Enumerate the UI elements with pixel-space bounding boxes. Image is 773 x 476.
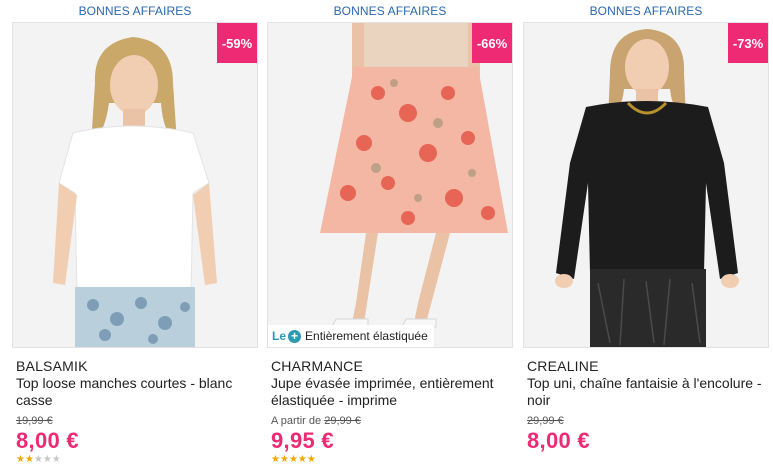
- discount-badge: -73%: [728, 23, 768, 63]
- star-icon: ★: [51, 454, 61, 465]
- product-image[interactable]: -66% Le + Entièrement élastiquée: [267, 22, 513, 348]
- product-title[interactable]: Jupe évasée imprimée, entièrement élasti…: [271, 375, 511, 409]
- discount-badge: -59%: [217, 23, 257, 63]
- promo-banner: Le + Entièrement élastiquée: [268, 325, 434, 347]
- old-price-value: 29,99 €: [527, 415, 564, 427]
- old-price: A partir de 29,99 €: [271, 415, 361, 427]
- product-image[interactable]: -59%: [12, 22, 258, 348]
- star-icon: ★: [271, 454, 280, 465]
- product-photo: [13, 23, 257, 347]
- product-brand[interactable]: CHARMANCE: [271, 358, 363, 374]
- old-price-value: 19,99 €: [16, 415, 53, 427]
- product-photo: [524, 23, 768, 347]
- product-brand[interactable]: CREALINE: [527, 358, 599, 374]
- star-icon: ★: [24, 454, 34, 465]
- star-icon: ★: [288, 454, 298, 465]
- product-title[interactable]: Top uni, chaîne fantaisie à l'encolure -…: [527, 375, 767, 409]
- product-card-3[interactable]: BONNES AFFAIRES -73% CREALINE Top uni, c…: [523, 0, 769, 476]
- old-price-value: 29,99 €: [324, 415, 361, 427]
- star-icon: ★: [297, 454, 307, 465]
- product-card-2[interactable]: BONNES AFFAIRES -66% Le + Entièrement él…: [267, 0, 513, 476]
- current-price: 8,00 €: [527, 428, 590, 453]
- rating-stars: ★★★★★: [16, 454, 61, 465]
- promo-le: Le: [272, 329, 287, 343]
- product-title[interactable]: Top loose manches courtes - blanc casse: [16, 375, 256, 409]
- rating-stars: ★★★★★: [271, 454, 316, 465]
- star-icon: ★: [279, 454, 289, 465]
- old-price: 29,99 €: [527, 415, 564, 427]
- section-label[interactable]: BONNES AFFAIRES: [12, 4, 258, 18]
- star-icon: ★: [42, 454, 52, 465]
- plus-icon: +: [288, 329, 302, 343]
- product-brand[interactable]: BALSAMIK: [16, 358, 88, 374]
- old-price: 19,99 €: [16, 415, 53, 427]
- section-label[interactable]: BONNES AFFAIRES: [523, 4, 769, 18]
- star-icon: ★: [16, 454, 25, 465]
- promo-text: Entièrement élastiquée: [305, 329, 428, 343]
- current-price: 8,00 €: [16, 428, 79, 453]
- discount-badge: -66%: [472, 23, 512, 63]
- product-image[interactable]: -73%: [523, 22, 769, 348]
- price-prefix: A partir de: [271, 415, 322, 427]
- star-icon: ★: [306, 454, 316, 465]
- section-label[interactable]: BONNES AFFAIRES: [267, 4, 513, 18]
- product-card-1[interactable]: BONNES AFFAIRES -59% BALSAMIK Top loose …: [12, 0, 258, 476]
- current-price: 9,95 €: [271, 428, 334, 453]
- star-icon: ★: [33, 454, 43, 465]
- product-photo: [268, 23, 512, 347]
